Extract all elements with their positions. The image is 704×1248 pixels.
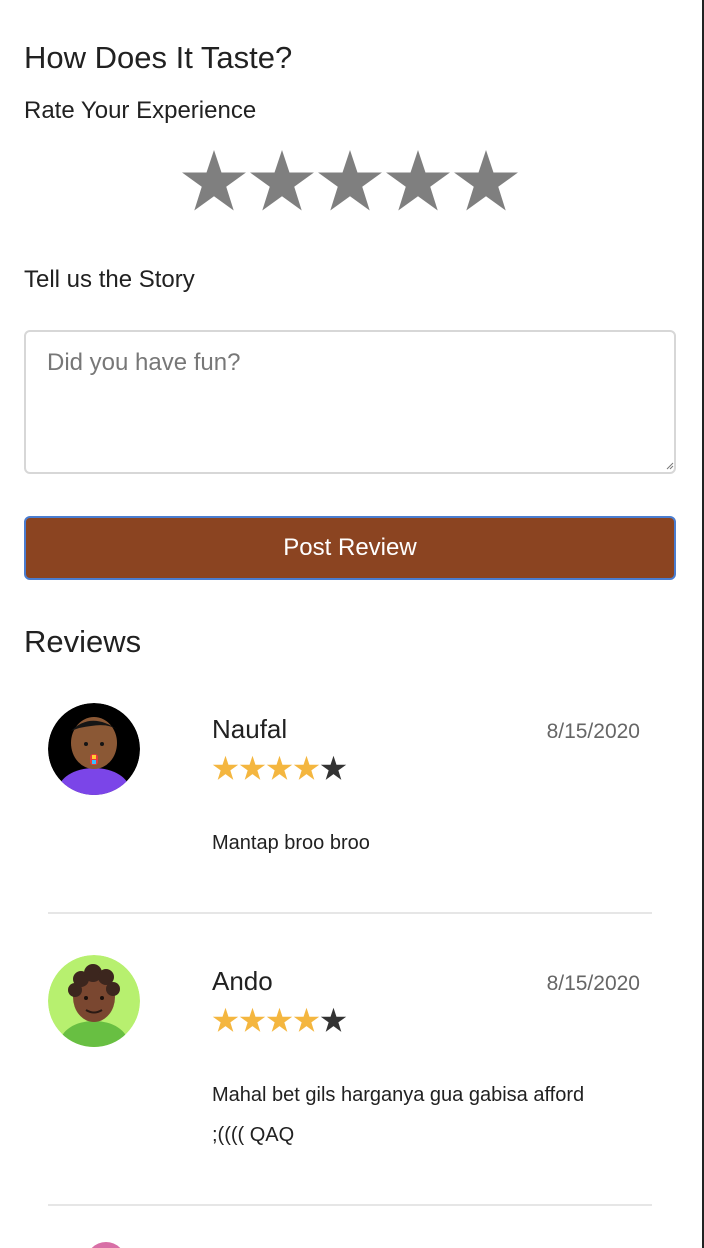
star-filled-icon [239, 755, 266, 782]
avatar [48, 703, 140, 795]
review-date: 8/15/2020 [546, 972, 640, 995]
reviewer-name: Naufal [212, 714, 288, 744]
rating-star-4-icon[interactable] [384, 146, 452, 218]
star-filled-icon [212, 755, 239, 782]
story-textarea[interactable] [24, 330, 676, 474]
avatar [86, 1242, 126, 1248]
review-item: Ando 8/15/2020 Mahal bet gils harganya g… [48, 955, 652, 1155]
reviewer-name: Ando [212, 966, 273, 996]
star-empty-icon [320, 755, 347, 782]
rating-star-2-icon[interactable] [248, 146, 316, 218]
star-rating-input[interactable] [180, 146, 520, 218]
reviews-heading: Reviews [24, 624, 142, 659]
rating-star-1-icon[interactable] [180, 146, 248, 218]
review-text: Mantap broo broo [212, 832, 370, 854]
page-title: How Does It Taste? [24, 40, 293, 75]
rating-star-3-icon[interactable] [316, 146, 384, 218]
star-empty-icon [320, 1007, 347, 1034]
review-text: Mahal bet gils harganya gua gabisa affor… [212, 1084, 585, 1146]
star-filled-icon [293, 755, 320, 782]
review-divider [48, 912, 652, 914]
star-filled-icon [293, 1007, 320, 1034]
avatar [48, 955, 140, 1047]
review-rating [212, 1007, 347, 1034]
star-filled-icon [212, 1007, 239, 1034]
review-divider [48, 1204, 652, 1206]
story-label: Tell us the Story [24, 266, 195, 293]
post-review-button[interactable]: Post Review [24, 516, 676, 580]
star-filled-icon [266, 1007, 293, 1034]
review-date: 8/15/2020 [546, 720, 640, 743]
review-rating [212, 755, 347, 782]
rating-label: Rate Your Experience [24, 97, 257, 124]
rating-star-5-icon[interactable] [452, 146, 520, 218]
review-item: Naufal 8/15/2020 Mantap broo broo [48, 703, 652, 883]
star-filled-icon [266, 755, 293, 782]
star-filled-icon [239, 1007, 266, 1034]
